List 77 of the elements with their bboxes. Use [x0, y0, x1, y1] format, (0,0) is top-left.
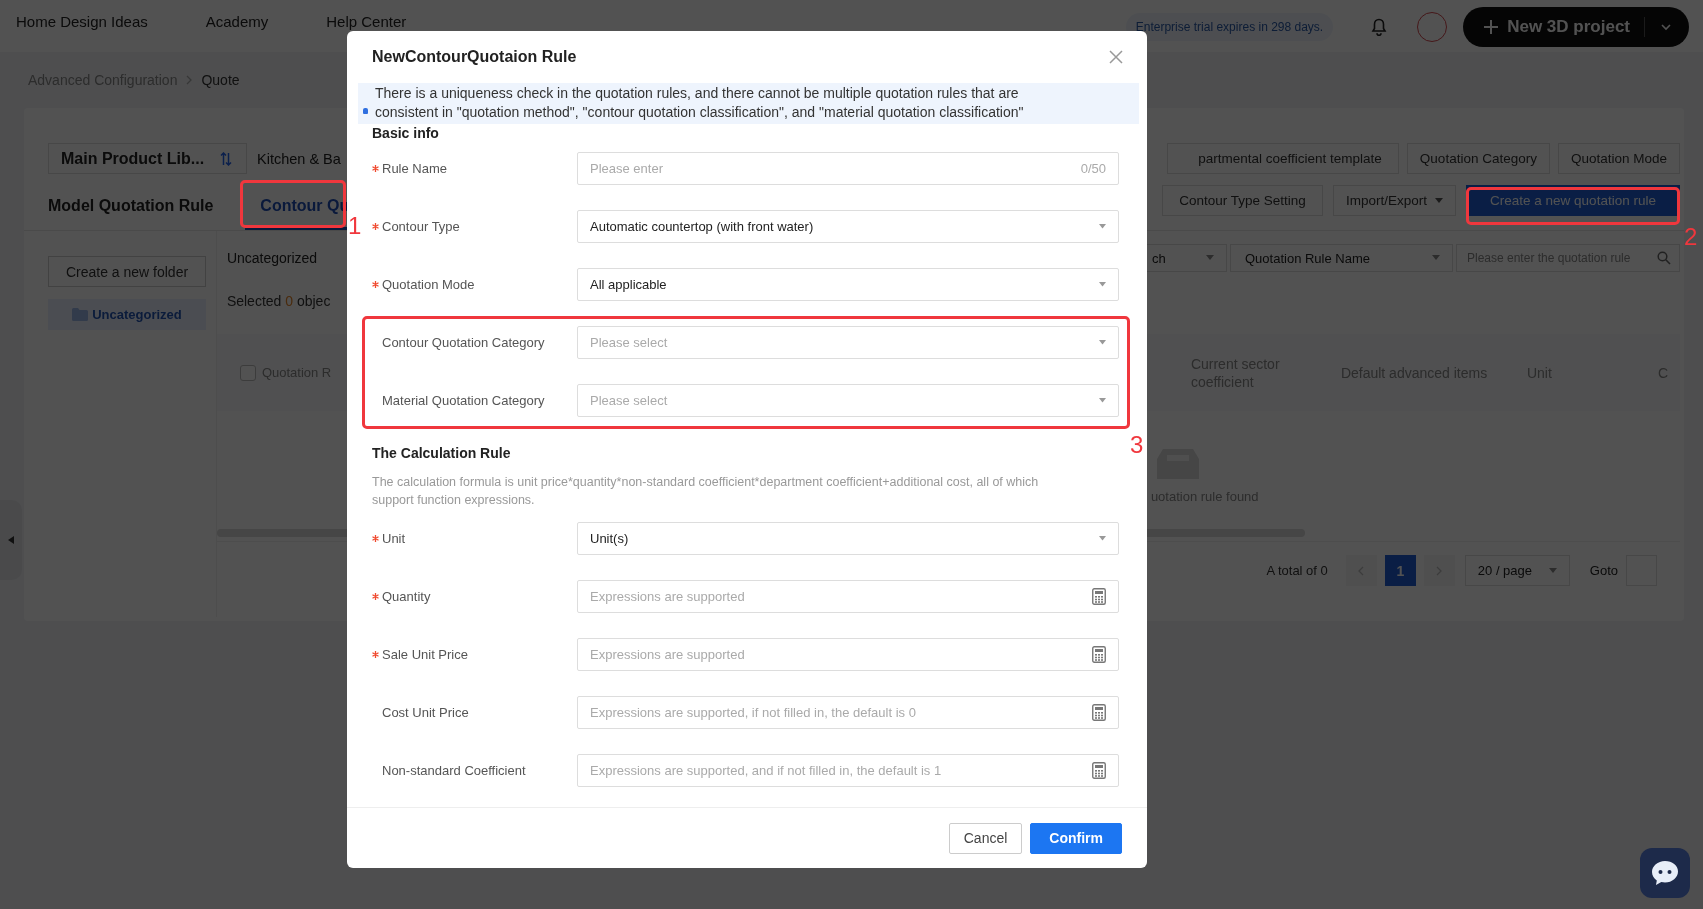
select-field[interactable]: Automatic countertop (with front water) [577, 209, 1119, 243]
trial-notice: Enterprise trial expires in 298 days. [1125, 13, 1334, 41]
nav-link[interactable]: Academy [205, 13, 269, 30]
caret-icon [1435, 197, 1443, 204]
plus-icon [1483, 19, 1500, 35]
field-label: Material Quotation Category [382, 392, 545, 408]
field-label: Quotation Mode [382, 276, 475, 292]
toolbar-button[interactable]: partmental coefficient template [1166, 143, 1399, 174]
caret-icon [1548, 567, 1557, 574]
calculator-icon[interactable] [1092, 761, 1106, 779]
library-selector[interactable]: Main Product Lib... [48, 143, 247, 174]
expression-field[interactable]: Expressions are supported [577, 579, 1119, 613]
notification-icon[interactable] [1371, 18, 1388, 36]
calculator-icon[interactable] [1092, 703, 1106, 721]
total-count: A total of 0 [1266, 563, 1328, 578]
select-field[interactable]: Unit(s) [577, 521, 1119, 555]
field-label: Contour Type [382, 218, 460, 234]
field-label: Sale Unit Price [382, 646, 468, 662]
text-field[interactable]: Please enter 0/50 [577, 151, 1119, 185]
tab[interactable]: Model Quotation Rule [48, 174, 228, 230]
field-label: Cost Unit Price [382, 704, 469, 720]
expression-field[interactable]: Expressions are supported, and if not filled in, the default is 1 [577, 753, 1119, 787]
folder-icon [72, 308, 89, 321]
expression-field[interactable]: Expressions are supported [577, 637, 1119, 671]
section-description: The calculation formula is unit price*quantity*non-standard coefficient*department coefficient+additional cost, all of which support function expressions. [372, 474, 1040, 509]
annotation-number: 3 [1130, 432, 1144, 458]
import-export-button[interactable]: Import/Export [1332, 185, 1456, 216]
field-label: Quantity [382, 588, 431, 604]
annotation-number: 2 [1684, 224, 1698, 250]
nav-link[interactable]: Home Design Ideas [16, 13, 148, 30]
caret-icon [1099, 223, 1106, 229]
select-field[interactable]: Please select [577, 325, 1119, 359]
select-field[interactable]: Please select [577, 383, 1119, 417]
caret-icon [1099, 535, 1106, 541]
calculator-icon[interactable] [1092, 645, 1106, 663]
breadcrumb-link[interactable]: Quote [201, 72, 240, 88]
caret-icon [1099, 281, 1106, 287]
nav-link[interactable]: Help Center [326, 13, 407, 30]
chevron-icon [185, 75, 194, 85]
new-project-button[interactable]: New 3D project [1463, 7, 1689, 47]
folder-title: Uncategorized [226, 250, 318, 266]
confirm-button[interactable]: Confirm [1030, 822, 1122, 854]
caret-icon [1206, 255, 1214, 261]
goto-label: Goto [1589, 563, 1618, 578]
calculator-icon[interactable] [1092, 587, 1106, 605]
caret-icon [1099, 339, 1106, 345]
toolbar-button[interactable]: Quotation Mode [1557, 143, 1680, 174]
swap-icon [220, 151, 232, 166]
info-icon [363, 108, 368, 114]
field-label: Contour Quotation Category [382, 334, 545, 350]
contour-type-button[interactable]: Contour Type Setting [1161, 185, 1323, 216]
close-icon[interactable] [1109, 50, 1123, 64]
triangle-left-icon [8, 536, 14, 544]
collapse-handle[interactable] [0, 500, 22, 580]
page-button[interactable]: 1 [1384, 555, 1416, 586]
section-title: Basic info [372, 124, 440, 142]
notice-text: There is a uniqueness check in the quotation rules, and there cannot be multiple quotation rules that are consistent in "quotation method", "contour quotation classification", and "material quotation classification" [375, 84, 1025, 122]
field-label: Non-standard Coefficient [382, 762, 526, 778]
dialog-title: NewContourQuotaion Rule [372, 48, 577, 66]
cancel-button[interactable]: Cancel [948, 822, 1023, 854]
caret-icon [1099, 397, 1106, 403]
caret-icon [1432, 255, 1440, 261]
select-field[interactable]: All applicable [577, 267, 1119, 301]
field-label: Unit [382, 530, 406, 546]
expression-field[interactable]: Expressions are supported, if not filled in, the default is 0 [577, 695, 1119, 729]
folder-item[interactable]: Uncategorized [48, 299, 206, 330]
create-folder-button[interactable]: Create a new folder [48, 256, 206, 287]
filter-select[interactable]: Quotation Rule Name [1230, 244, 1453, 272]
search-icon[interactable] [1657, 251, 1671, 265]
field-label: Rule Name [382, 160, 448, 176]
page-size-select[interactable]: 20 / page [1464, 555, 1570, 586]
selection-count: Selected 0 objec [226, 293, 331, 309]
chat-button[interactable] [1640, 848, 1690, 898]
category-label: Kitchen & Ba [257, 150, 341, 167]
toolbar-button[interactable]: Quotation Category [1406, 143, 1550, 174]
section-title: The Calculation Rule [372, 444, 512, 461]
chat-bubble-icon [1650, 859, 1680, 887]
